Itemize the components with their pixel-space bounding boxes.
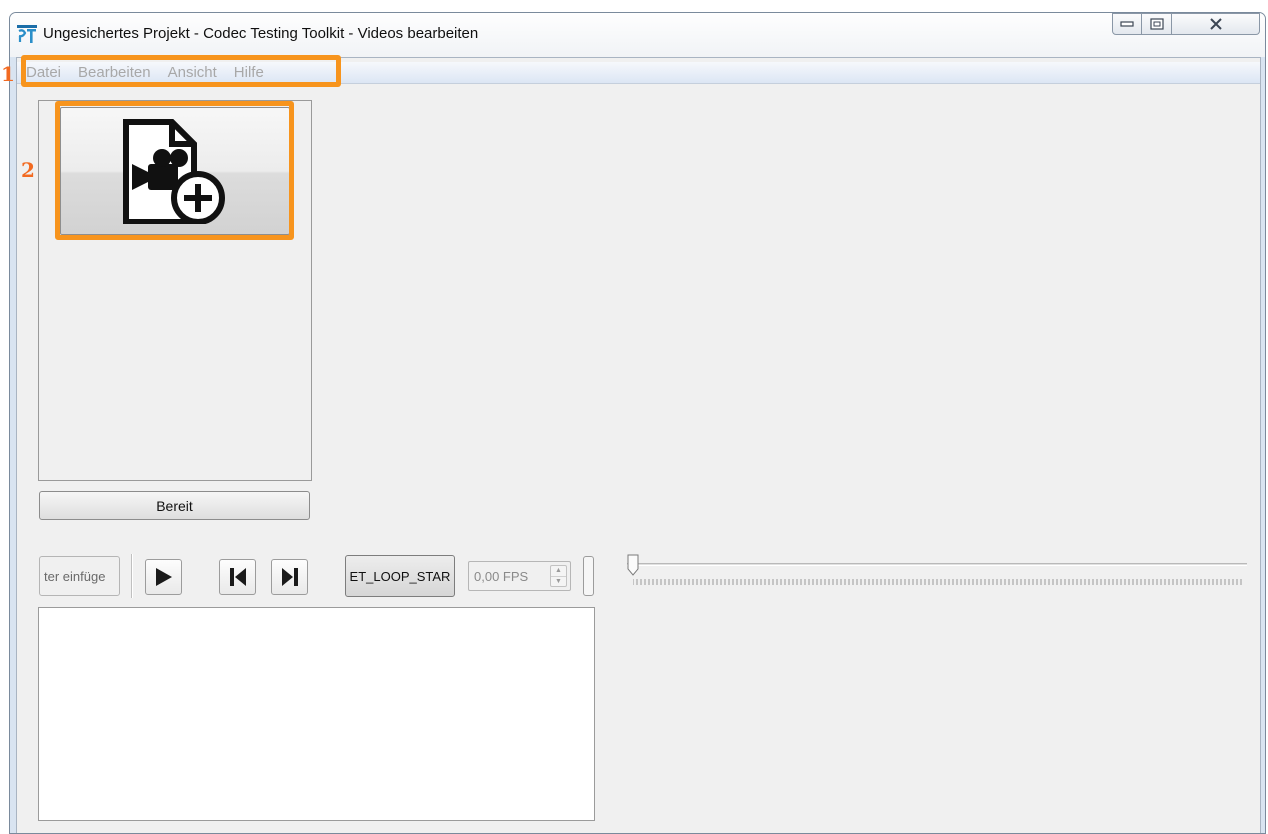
add-video-button[interactable] — [60, 107, 290, 235]
title-bar[interactable]: Ungesichertes Projekt - Codec Testing To… — [10, 13, 1265, 57]
video-list-panel — [38, 100, 312, 481]
toolbar-separator — [131, 554, 133, 598]
add-video-file-icon — [123, 119, 225, 224]
set-loop-start-button[interactable]: ET_LOOP_STAR — [345, 555, 455, 597]
play-button[interactable] — [145, 559, 182, 595]
menu-bearbeiten[interactable]: Bearbeiten — [78, 64, 151, 81]
status-button[interactable]: Bereit — [39, 491, 310, 520]
skip-to-end-icon — [281, 568, 298, 586]
close-icon — [1209, 18, 1222, 30]
annotation-label-1: 1 — [1, 62, 15, 86]
maximize-button[interactable] — [1142, 13, 1172, 35]
maximize-icon — [1149, 18, 1164, 30]
minimize-icon — [1120, 21, 1134, 27]
menu-datei[interactable]: Datei — [26, 64, 61, 81]
annotation-label-2: 2 — [21, 158, 35, 182]
insert-field[interactable]: ter einfüge — [39, 556, 120, 596]
spin-up-icon[interactable]: ▲ — [551, 566, 566, 576]
fps-spinbox[interactable]: 0,00 FPS ▲ ▼ — [468, 561, 571, 591]
application-window: Ungesichertes Projekt - Codec Testing To… — [9, 12, 1266, 834]
close-button[interactable] — [1172, 13, 1260, 35]
skip-back-button[interactable] — [219, 559, 256, 595]
timeline-slider[interactable] — [627, 554, 1251, 594]
play-icon — [155, 568, 172, 586]
slider-handle[interactable] — [627, 554, 639, 576]
skip-to-start-icon — [229, 568, 246, 586]
fps-spin-arrows[interactable]: ▲ ▼ — [550, 565, 567, 587]
codec-toolkit-logo-icon — [17, 25, 37, 43]
menu-bar: Datei Bearbeiten Ansicht Hilfe — [17, 62, 1260, 84]
spin-down-icon[interactable]: ▼ — [551, 575, 566, 587]
fps-value: 0,00 FPS — [474, 568, 529, 584]
main-client-area: Datei Bearbeiten Ansicht Hilfe Bereit te… — [16, 57, 1261, 833]
menu-hilfe[interactable]: Hilfe — [234, 64, 264, 81]
skip-forward-button[interactable] — [271, 559, 308, 595]
small-toggle-widget[interactable] — [583, 556, 594, 596]
slider-ticks — [633, 579, 1242, 585]
log-output-box[interactable] — [38, 607, 595, 821]
slider-track[interactable] — [627, 563, 1247, 566]
window-title: Ungesichertes Projekt - Codec Testing To… — [43, 25, 479, 42]
menu-ansicht[interactable]: Ansicht — [168, 64, 217, 81]
minimize-button[interactable] — [1112, 13, 1142, 35]
